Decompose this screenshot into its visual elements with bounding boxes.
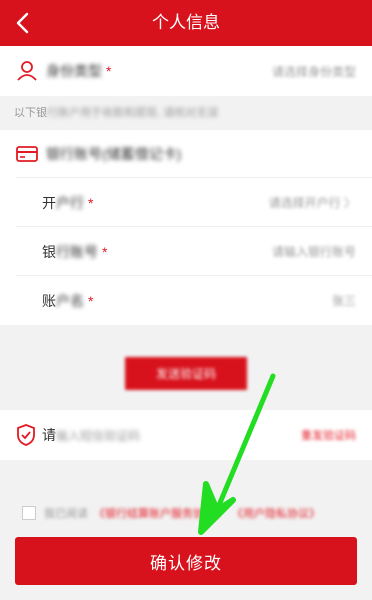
bank-row-account-name[interactable]: 账户名 * 张三	[0, 276, 372, 325]
agreement-text: 我已阅读	[44, 508, 88, 520]
account-name-value: 张三	[331, 294, 356, 308]
verification-row[interactable]: 请输入短信验证码 重发验证码	[0, 410, 372, 460]
confirm-button[interactable]: 确认修改	[15, 537, 357, 585]
bank-row-account-number[interactable]: 银行账号 * 请输入银行账号	[0, 227, 372, 276]
bank-card-icon	[14, 141, 40, 167]
required-mark: *	[88, 194, 94, 211]
top-bar: 个人信息	[0, 0, 372, 46]
identity-section: 身份类型 * 请选择身份类型	[0, 46, 372, 96]
page-title: 个人信息	[152, 13, 220, 32]
required-mark: *	[102, 243, 108, 260]
bank-note: 以下银行账户用于收款和提现, 请核对无误	[0, 96, 372, 130]
required-mark: *	[106, 63, 112, 79]
bank-section-title: 银行账号(储蓄借记卡)	[46, 146, 182, 162]
agreement-checkbox[interactable]	[22, 506, 36, 520]
bank-section: 银行账号(储蓄借记卡) 开户行 * 请选择开户行 〉 银行账号 * 请输入银行账…	[0, 130, 372, 325]
account-label-visible: 银	[42, 243, 56, 260]
branch-label-visible: 开	[42, 194, 56, 211]
verify-visible: 请	[42, 427, 56, 443]
agreement-row: 我已阅读 《银行结算账户服务协议》 《用户隐私协议》	[22, 504, 362, 522]
bank-section-header: 银行账号(储蓄借记卡)	[0, 130, 372, 178]
name-label-rest: 户名	[56, 292, 84, 309]
identity-type-value: 请选择身份类型	[271, 64, 356, 79]
required-mark: *	[88, 292, 94, 309]
bank-row-branch[interactable]: 开户行 * 请选择开户行 〉	[0, 178, 372, 227]
verification-code-input[interactable]: 输入短信验证码	[56, 427, 140, 444]
branch-value: 请选择开户行 〉	[268, 196, 356, 210]
identity-type-label: 身份类型	[46, 63, 102, 79]
privacy-agreement-link[interactable]: 《用户隐私协议》	[232, 505, 320, 521]
resend-code-link[interactable]: 重发验证码	[301, 427, 356, 443]
service-agreement-link[interactable]: 《银行结算账户服务协议》	[94, 505, 226, 521]
shield-check-icon	[14, 423, 38, 447]
account-number-input[interactable]: 请输入银行账号	[272, 243, 356, 260]
name-label-visible: 账	[42, 292, 56, 309]
identity-type-row[interactable]: 身份类型 * 请选择身份类型	[0, 46, 372, 96]
branch-label-rest: 户行	[56, 194, 84, 211]
bank-note-blurred: 行账户用于收款和提现, 请核对无误	[47, 107, 219, 119]
send-code-button[interactable]: 发送验证码	[125, 357, 247, 390]
account-label-rest: 行账号	[56, 243, 98, 260]
person-icon	[14, 58, 40, 84]
bank-note-visible: 以下银	[14, 107, 47, 119]
